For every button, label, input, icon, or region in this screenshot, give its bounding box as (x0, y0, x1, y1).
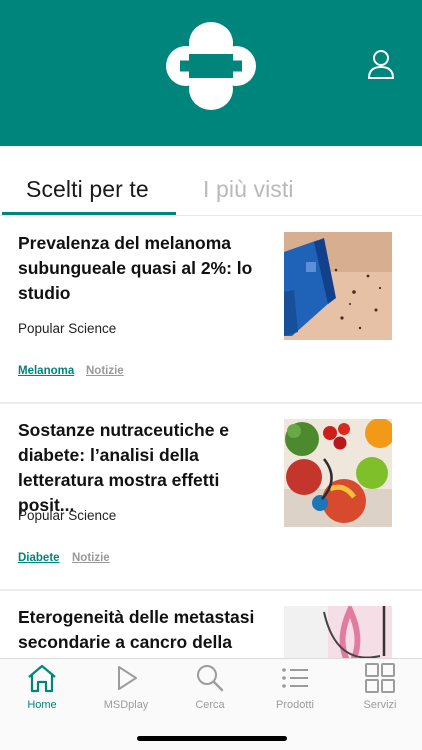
content-tabs: Scelti per te I più visti (0, 146, 422, 216)
article-title[interactable]: Eterogeneità delle metastasi secondarie … (18, 605, 280, 655)
tab-msdplay-label: MSDplay (103, 699, 149, 711)
user-icon[interactable] (366, 48, 396, 80)
article-card[interactable]: Eterogeneità delle metastasi secondarie … (0, 591, 422, 658)
grid-icon (365, 663, 395, 693)
list-icon (282, 668, 308, 688)
tab-home-label: Home (27, 699, 57, 711)
app-header (0, 0, 422, 146)
article-card[interactable]: Sostanze nutraceutiche e diabete: l’anal… (0, 404, 422, 590)
article-title[interactable]: Prevalenza del melanoma subungueale quas… (18, 231, 280, 306)
tag-melanoma[interactable]: Melanoma (18, 365, 74, 377)
fruit-vegetables-stethoscope-photo[interactable] (284, 419, 392, 527)
msd-logo-icon (166, 22, 256, 110)
tab-msdplay[interactable]: MSDplay (84, 659, 168, 719)
home-indicator[interactable] (137, 736, 287, 741)
article-feed[interactable]: Prevalenza del melanoma subungueale quas… (0, 217, 422, 658)
dermatoscope-skin-photo[interactable] (284, 232, 392, 340)
tab-home[interactable]: Home (0, 659, 84, 719)
tag-diabete[interactable]: Diabete (18, 552, 60, 564)
tab-scelti-per-te[interactable]: Scelti per te (26, 176, 149, 203)
search-icon (197, 665, 224, 692)
tab-servizi-label: Servizi (363, 699, 397, 711)
pink-ribbon-stethoscope-photo[interactable] (284, 606, 392, 658)
tab-prodotti-label: Prodotti (276, 699, 314, 711)
tag-notizie[interactable]: Notizie (86, 365, 124, 377)
article-source: Popular Science (18, 508, 117, 523)
tab-cerca-label: Cerca (195, 699, 225, 711)
article-source: Popular Science (18, 321, 117, 336)
tab-prodotti[interactable]: Prodotti (253, 659, 337, 719)
active-tab-indicator (2, 212, 176, 215)
tab-i-piu-visti[interactable]: I più visti (203, 176, 294, 203)
play-icon (118, 666, 137, 690)
article-title[interactable]: Sostanze nutraceutiche e diabete: l’anal… (18, 418, 280, 518)
tab-servizi[interactable]: Servizi (338, 659, 422, 719)
tab-cerca[interactable]: Cerca (168, 659, 252, 719)
article-card[interactable]: Prevalenza del melanoma subungueale quas… (0, 217, 422, 403)
tag-notizie[interactable]: Notizie (72, 552, 110, 564)
home-icon (28, 664, 56, 693)
